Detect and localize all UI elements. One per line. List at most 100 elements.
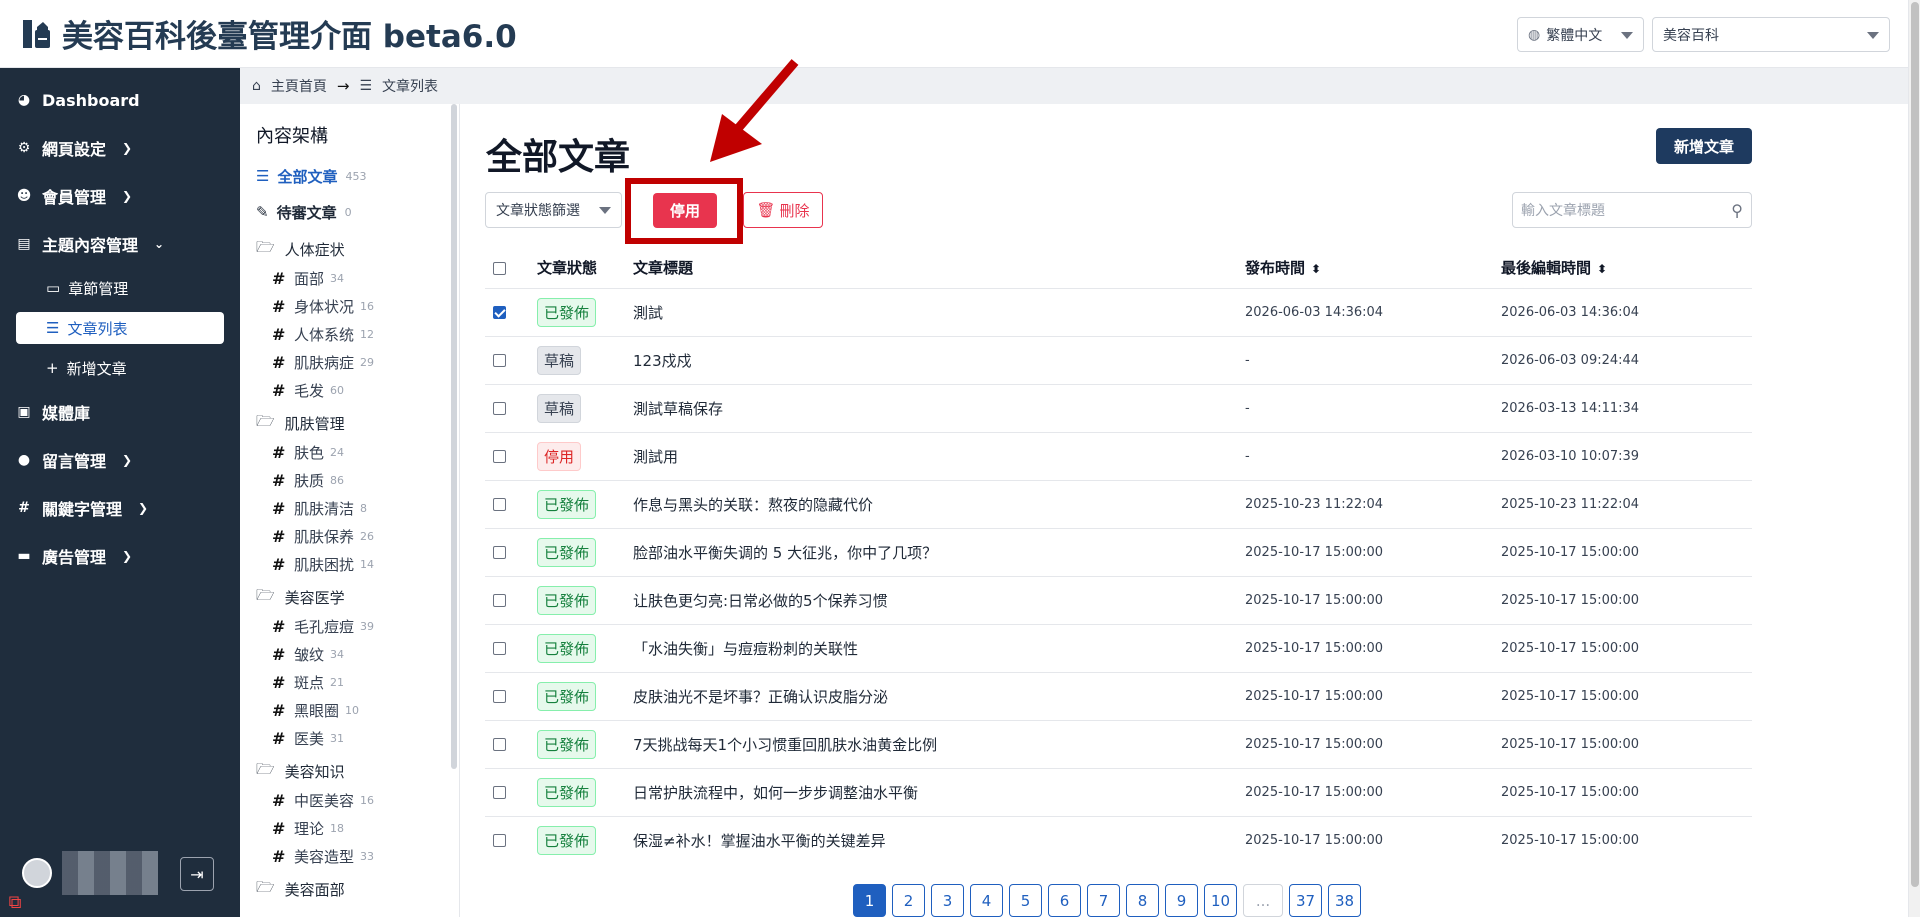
row-checkbox[interactable] xyxy=(493,546,506,559)
article-title[interactable]: 7天挑战每天1个小习惯重回肌肤水油黄金比例 xyxy=(633,719,1245,768)
row-checkbox[interactable] xyxy=(493,594,506,607)
page-button[interactable]: 37 xyxy=(1289,884,1322,917)
add-article-button[interactable]: 新增文章 xyxy=(1656,128,1752,164)
category-item[interactable]: # 中医美容 16 xyxy=(256,786,443,814)
sidebar-item-media[interactable]: ▣ 媒體庫 xyxy=(0,388,240,436)
row-checkbox[interactable] xyxy=(493,450,506,463)
logout-button[interactable]: ⇥ xyxy=(180,857,214,891)
category-item[interactable]: # 肌肤保养 26 xyxy=(256,522,443,550)
row-checkbox[interactable] xyxy=(493,786,506,799)
category-item[interactable]: # 医美 31 xyxy=(256,724,443,752)
page-button[interactable]: 7 xyxy=(1087,884,1120,917)
delete-button[interactable]: 🗑 刪除 xyxy=(743,192,823,228)
category-item[interactable]: # 毛孔痘痘 39 xyxy=(256,612,443,640)
category-item[interactable]: # 肌肤病症 29 xyxy=(256,348,443,376)
table-row[interactable]: 停用 測試用 -2026-03-10 10:07:39 xyxy=(485,431,1752,480)
row-checkbox[interactable] xyxy=(493,402,506,415)
avatar[interactable] xyxy=(22,858,52,888)
column-published[interactable]: 發布時間 ⬍ xyxy=(1245,248,1501,288)
category-scrollbar[interactable] xyxy=(451,104,457,769)
table-row[interactable]: 已發佈 測試 2026-06-03 14:36:04 2026-06-03 14:36… xyxy=(485,287,1752,336)
row-checkbox[interactable] xyxy=(493,642,506,655)
page-button[interactable]: 10 xyxy=(1204,884,1237,917)
breadcrumb-home[interactable]: 主頁首頁 xyxy=(271,76,327,96)
category-item[interactable]: # 斑点 21 xyxy=(256,668,443,696)
row-checkbox[interactable] xyxy=(493,354,506,367)
site-select[interactable]: 美容百科 xyxy=(1652,17,1890,52)
page-button[interactable]: 3 xyxy=(931,884,964,917)
sidebar-subitem-new-article[interactable]: + 新增文章 xyxy=(0,348,240,388)
article-title[interactable]: 脸部油水平衡失调的 5 大征兆，你中了几项？ xyxy=(633,527,1245,576)
row-checkbox[interactable] xyxy=(493,834,506,848)
page-button[interactable]: 2 xyxy=(892,884,925,917)
category-all[interactable]: ☰ 全部文章 453 xyxy=(256,158,443,194)
scrollbar-thumb[interactable] xyxy=(1911,2,1919,887)
table-row[interactable]: 已發佈 脸部油水平衡失调的 5 大征兆，你中了几项？ 2025-10-17 15:0… xyxy=(485,527,1752,576)
table-row[interactable]: 已發佈 让肤色更匀亮:日常必做的5个保养习惯 2025-10-17 15:00:00… xyxy=(485,575,1752,624)
sidebar-subitem-article-list[interactable]: ☰ 文章列表 xyxy=(16,312,224,344)
page-button[interactable]: 6 xyxy=(1048,884,1081,917)
category-item[interactable]: # 身体状况 16 xyxy=(256,292,443,320)
article-title[interactable]: 「水油失衡」与痘痘粉刺的关联性 xyxy=(633,623,1245,672)
sidebar-item-keywords[interactable]: # 關鍵字管理 ❯ xyxy=(0,484,240,532)
row-checkbox[interactable] xyxy=(493,690,506,703)
table-row[interactable]: 已發佈 皮肤油光不是坏事？正确认识皮脂分泌 2025-10-17 15:00:00 2… xyxy=(485,671,1752,720)
category-item[interactable]: # 美容造型 33 xyxy=(256,842,443,870)
category-pending[interactable]: ✎ 待審文章 0 xyxy=(256,194,443,230)
article-title[interactable]: 让肤色更匀亮:日常必做的5个保养习惯 xyxy=(633,575,1245,624)
table-row[interactable]: 已發佈 「水油失衡」与痘痘粉刺的关联性 2025-10-17 15:00:00 202… xyxy=(485,623,1752,672)
table-row[interactable]: 已發佈 作息与黑头的关联：熬夜的隐藏代价 2025-10-23 11:22:04 20… xyxy=(485,479,1752,528)
table-row[interactable]: 已發佈 保湿≠补水！掌握油水平衡的关键差异 2025-10-17 15:00:00 2… xyxy=(485,815,1752,864)
sidebar-item-ads[interactable]: ▬ 廣告管理 ❯ xyxy=(0,532,240,580)
article-title[interactable]: 日常护肤流程中，如何一步步调整油水平衡 xyxy=(633,767,1245,816)
row-checkbox[interactable] xyxy=(493,306,506,319)
category-group[interactable]: 🗁 美容知识 xyxy=(256,756,443,786)
page-button[interactable]: 9 xyxy=(1165,884,1198,917)
sidebar-item-content[interactable]: ▤ 主題內容管理 ⌄ xyxy=(0,220,240,268)
category-group[interactable]: 🗁 人体症状 xyxy=(256,234,443,264)
status-filter-select[interactable]: 文章狀態篩選 xyxy=(485,192,622,228)
article-title[interactable]: 皮肤油光不是坏事？正确认识皮脂分泌 xyxy=(633,671,1245,720)
category-item[interactable]: # 肌肤清洁 8 xyxy=(256,494,443,522)
row-checkbox[interactable] xyxy=(493,738,506,751)
category-item[interactable]: # 理论 18 xyxy=(256,814,443,842)
page-button[interactable]: 38 xyxy=(1328,884,1361,917)
category-item[interactable]: # 面部 34 xyxy=(256,264,443,292)
article-title[interactable]: 測試草稿保存 xyxy=(633,383,1245,432)
language-select[interactable]: ◍ 繁體中文 xyxy=(1517,17,1644,52)
category-item[interactable]: # 黑眼圈 10 xyxy=(256,696,443,724)
sort-icon[interactable]: ⬍ xyxy=(1311,262,1321,276)
page-button[interactable]: 5 xyxy=(1009,884,1042,917)
article-title[interactable]: 保湿≠补水！掌握油水平衡的关键差异 xyxy=(633,815,1245,864)
page-button[interactable]: 4 xyxy=(970,884,1003,917)
sidebar-subitem-chapters[interactable]: ▭ 章節管理 xyxy=(0,268,240,308)
page-button[interactable]: 1 xyxy=(853,884,886,917)
category-item[interactable]: # 人体系统 12 xyxy=(256,320,443,348)
category-item[interactable]: # 肌肤困扰 14 xyxy=(256,550,443,578)
table-row[interactable]: 草稿 123戍戍 -2026-06-03 09:24:44 xyxy=(485,335,1752,384)
article-title[interactable]: 測試用 xyxy=(633,431,1245,480)
category-group[interactable]: 🗁 肌肤管理 xyxy=(256,408,443,438)
user-profile[interactable] xyxy=(22,851,158,895)
row-checkbox[interactable] xyxy=(493,498,506,511)
category-item[interactable]: # 肤色 24 xyxy=(256,438,443,466)
category-item[interactable]: # 肤质 86 xyxy=(256,466,443,494)
article-title[interactable]: 測試 xyxy=(633,287,1245,336)
article-title[interactable]: 123戍戍 xyxy=(633,335,1245,384)
category-group[interactable]: 🗁 美容医学 xyxy=(256,582,443,612)
sort-icon[interactable]: ⬍ xyxy=(1597,262,1607,276)
column-edited[interactable]: 最後編輯時間 ⬍ xyxy=(1501,248,1752,288)
sidebar-item-comments[interactable]: ● 留言管理 ❯ xyxy=(0,436,240,484)
sidebar-item-members[interactable]: ☻ 會員管理 ❯ xyxy=(0,172,240,220)
select-all-checkbox[interactable] xyxy=(493,261,506,275)
page-scrollbar[interactable] xyxy=(1908,0,1920,917)
disable-button[interactable]: 停用 xyxy=(653,193,717,228)
table-row[interactable]: 已發佈 日常护肤流程中，如何一步步调整油水平衡 2025-10-17 15:00:0… xyxy=(485,767,1752,816)
table-row[interactable]: 草稿 測試草稿保存 -2026-03-13 14:11:34 xyxy=(485,383,1752,432)
category-item[interactable]: # 毛发 60 xyxy=(256,376,443,404)
category-item[interactable]: # 皱纹 34 xyxy=(256,640,443,668)
search-input[interactable]: 輸入文章標題 ⚲ xyxy=(1512,192,1752,228)
article-title[interactable]: 作息与黑头的关联：熬夜的隐藏代价 xyxy=(633,479,1245,528)
category-group[interactable]: 🗁 美容面部 xyxy=(256,874,443,904)
sidebar-item-dashboard[interactable]: ◕ Dashboard xyxy=(0,76,240,124)
